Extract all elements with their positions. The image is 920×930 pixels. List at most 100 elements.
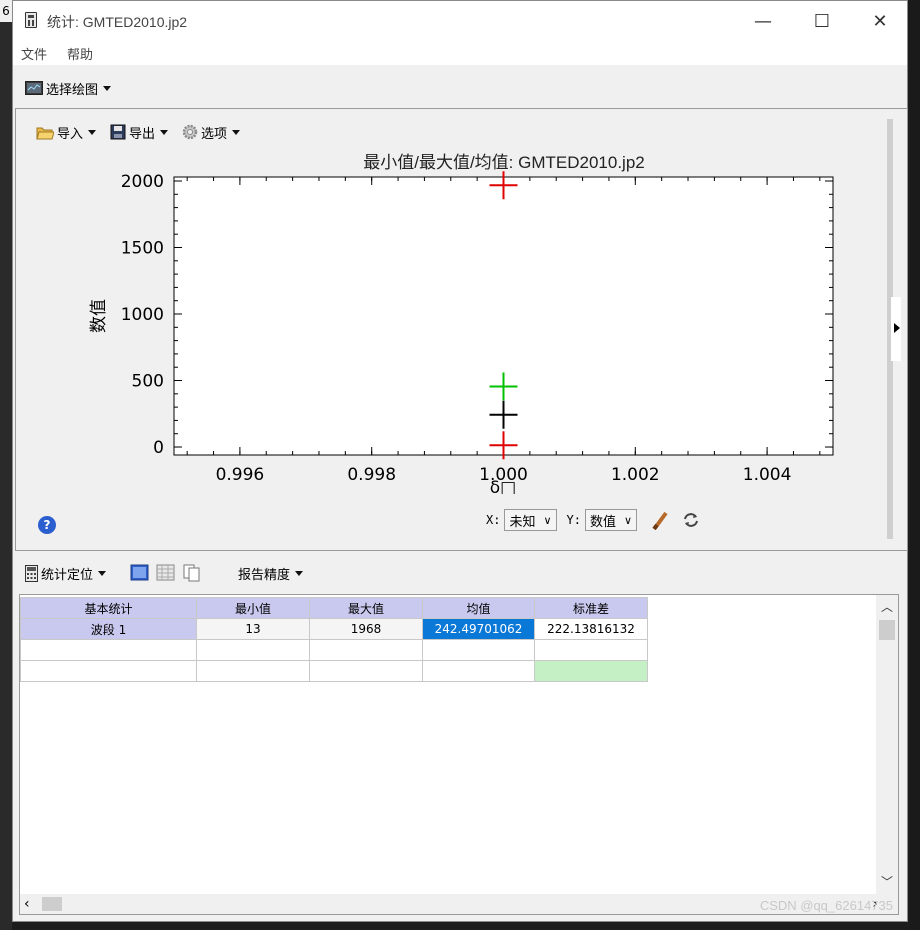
x-tick-label: 1.002 [611,465,660,485]
table-row [20,660,648,682]
column-header-min[interactable]: 最小值 [196,597,310,619]
cell-min[interactable]: 13 [196,618,310,640]
stats-toolbar: 统计定位 报告精度 [25,562,304,584]
empty-cell[interactable] [196,660,310,682]
y-tick-label: 2000 [121,172,164,192]
dropdown-arrow-icon [98,570,107,576]
x-axis-label: δ□ [490,478,516,494]
options-button[interactable]: 选项 [182,123,241,142]
dropdown-arrow-icon [103,85,112,91]
chart-icon [25,81,43,95]
maximize-button[interactable]: ☐ [793,1,851,41]
scroll-thumb[interactable] [879,620,895,640]
cell-stddev[interactable]: 222.13816132 [534,618,648,640]
save-disk-icon [110,124,126,140]
table-horizontal-scrollbar[interactable]: ‹ › [20,894,878,914]
scroll-up-icon[interactable]: ︿ [876,597,898,617]
min-max-mean-chart[interactable]: 最小值/最大值/均值: GMTED2010.jp2 0.996 0.998 1.00… [16,149,876,494]
statistics-window: 统计: GMTED2010.jp2 — ☐ ✕ 文件 帮助 选择绘图 导入 导出… [12,0,908,922]
help-icon[interactable]: ? [38,516,56,534]
window-title: 统计: GMTED2010.jp2 [47,14,188,30]
gear-icon [182,124,198,140]
export-label: 导出 [129,126,156,142]
close-button[interactable]: ✕ [851,1,909,41]
statistics-table: 基本统计 最小值 最大值 均值 标准差 波段 1 13 1968 242.497… [20,597,648,682]
scroll-thumb[interactable] [42,897,62,911]
plot-toolbar: 导入 导出 选项 [36,121,241,143]
table-row: 波段 1 13 1968 242.49701062 222.13816132 [20,618,648,640]
menu-file[interactable]: 文件 [21,44,47,63]
scroll-left-icon[interactable]: ‹ [24,894,30,914]
table-row [20,639,648,661]
x-axis-selector-label: X: [486,513,501,527]
y-tick-label: 500 [132,372,164,392]
empty-cell[interactable] [309,660,423,682]
stats-position-button[interactable]: 统计定位 [25,564,107,583]
report-precision-button[interactable]: 报告精度 [238,564,304,583]
chevron-down-icon: ∨ [624,513,633,527]
chevron-down-icon: ∨ [543,513,552,527]
export-button[interactable]: 导出 [110,123,169,142]
y-axis-dropdown-value: 数值 [589,514,616,530]
import-label: 导入 [57,126,84,142]
table-view-icon[interactable] [156,564,176,582]
empty-cell[interactable] [422,639,535,661]
x-tick-label: 0.998 [347,465,396,485]
empty-cell[interactable] [422,660,535,682]
cell-mean[interactable]: 242.49701062 [422,618,535,640]
column-header-max[interactable]: 最大值 [309,597,423,619]
x-axis-dropdown-value: 未知 [509,514,536,530]
column-header-mean[interactable]: 均值 [422,597,535,619]
table-vertical-scrollbar[interactable]: ︿ ﹀ [876,595,898,914]
y-tick-label: 1500 [121,238,164,258]
dropdown-arrow-icon [232,129,241,135]
y-tick-label: 1000 [121,305,164,325]
menu-bar: 文件 帮助 [13,41,907,65]
dropdown-arrow-icon [295,570,304,576]
x-tick-label: 1.004 [743,465,792,485]
single-panel-view-icon[interactable] [130,564,150,582]
y-axis-dropdown[interactable]: 数值 ∨ [584,509,638,531]
row-header-band[interactable]: 波段 1 [20,618,197,640]
calculator-icon [25,12,37,28]
options-label: 选项 [201,126,228,142]
statistics-table-panel: 基本统计 最小值 最大值 均值 标准差 波段 1 13 1968 242.497… [19,594,899,915]
cell-max[interactable]: 1968 [309,618,423,640]
empty-cell[interactable] [20,639,197,661]
x-axis-dropdown[interactable]: 未知 ∨ [504,509,557,531]
chart-title: 最小值/最大值/均值: GMTED2010.jp2 [363,153,645,172]
folder-open-icon [36,127,54,139]
minimize-button[interactable]: — [734,1,792,41]
desktop-background-left [0,0,12,930]
title-bar[interactable]: 统计: GMTED2010.jp2 — ☐ ✕ [13,1,907,41]
select-plot-label: 选择绘图 [46,82,99,98]
panel-expand-arrow-icon[interactable] [891,297,901,361]
brush-icon[interactable] [651,510,671,530]
select-plot-button[interactable]: 选择绘图 [25,79,112,98]
main-toolbar: 选择绘图 [25,77,112,99]
dropdown-arrow-icon [88,129,97,135]
scroll-down-icon[interactable]: ﹀ [876,872,898,892]
copy-icon[interactable] [182,564,202,582]
desktop-corner-text: 6 [0,0,12,22]
table-header-row: 基本统计 最小值 最大值 均值 标准差 [20,597,648,619]
y-axis-selector-label: Y: [566,513,581,527]
empty-cell[interactable] [534,660,648,682]
axis-selectors: X: 未知 ∨ Y: 数值 ∨ [486,509,701,531]
refresh-icon[interactable] [681,510,701,530]
calculator-icon [25,564,38,582]
empty-cell[interactable] [20,660,197,682]
y-tick-label: 0 [153,438,164,458]
import-button[interactable]: 导入 [36,123,97,142]
empty-cell[interactable] [309,639,423,661]
report-precision-label: 报告精度 [238,567,291,583]
dropdown-arrow-icon [160,129,169,135]
empty-cell[interactable] [534,639,648,661]
column-header-basic-stats[interactable]: 基本统计 [20,597,197,619]
stats-position-label: 统计定位 [41,567,94,583]
menu-help[interactable]: 帮助 [67,44,93,63]
x-tick-label: 0.996 [216,465,265,485]
y-axis-label: 数值 [89,299,109,333]
empty-cell[interactable] [196,639,310,661]
column-header-stddev[interactable]: 标准差 [534,597,648,619]
